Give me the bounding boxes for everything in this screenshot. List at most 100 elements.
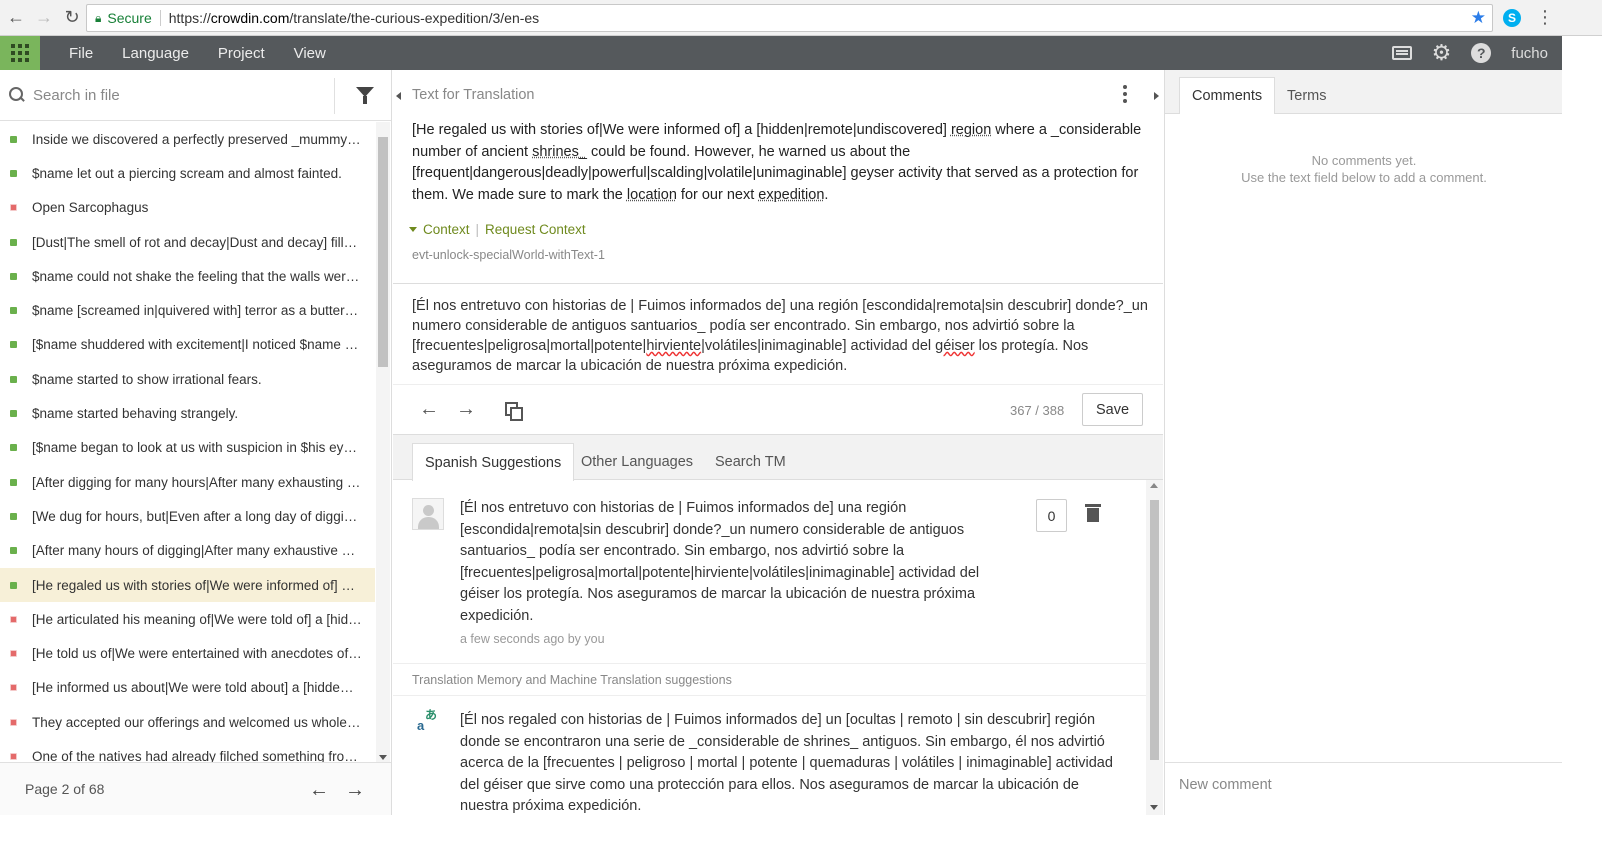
context-toggle[interactable]: Context [423,222,470,237]
trash-icon[interactable] [1085,504,1101,522]
reload-icon[interactable]: ↻ [60,6,84,30]
address-bar[interactable]: 🔒︎ Secure https://crowdin.com/translate/… [86,4,1493,32]
machine-translation-icon: あ a [417,709,439,733]
mt-icon-glyph: a [417,718,425,733]
caret-down-icon[interactable] [409,227,417,232]
string-item[interactable]: [$name shuddered with excitement|I notic… [0,328,375,362]
string-item[interactable]: [After many hours of digging|After many … [0,534,375,568]
string-text: [$name shuddered with excitement|I notic… [32,337,359,353]
menu-language[interactable]: Language [122,45,189,62]
scrollbar-thumb[interactable] [378,137,388,367]
suggestion-text[interactable]: [Él nos entretuvo con historias de | Fui… [460,498,1020,628]
comment-composer [1165,762,1563,815]
tab-other-languages[interactable]: Other Languages [569,443,705,481]
scrollbar-thumb[interactable] [1150,500,1159,760]
source-segment: . [824,186,829,203]
url-text[interactable]: https://crowdin.com/translate/the-curiou… [169,10,539,26]
strings-list: Inside we discovered a perfectly preserv… [0,122,375,762]
string-text: $name started to show irrational fears. [32,371,262,387]
string-item[interactable]: $name started to show irrational fears. [0,362,375,396]
back-arrow-icon[interactable]: ← [4,6,28,30]
vote-count[interactable]: 0 [1036,499,1067,532]
tm-section-header: Translation Memory and Machine Translati… [393,663,1146,696]
string-item[interactable]: [$name began to look at us with suspicio… [0,431,375,465]
username[interactable]: fucho [1511,45,1548,62]
string-text: They accepted our offerings and welcomed… [32,714,362,730]
previous-string-arrow-icon[interactable]: ← [419,398,439,421]
apps-grid-icon[interactable] [0,36,40,70]
spellcheck-word[interactable]: géiser [935,338,975,354]
strings-scrollbar[interactable] [376,122,390,762]
string-item[interactable]: [He informed us about|We were told about… [0,671,375,705]
string-item[interactable]: [He told us of|We were entertained with … [0,636,375,670]
tab-spanish-suggestions[interactable]: Spanish Suggestions [412,443,575,481]
string-item[interactable]: [Dust|The smell of rot and decay|Dust an… [0,225,375,259]
scroll-down-arrow-icon[interactable] [379,755,387,760]
menu-file[interactable]: File [69,45,93,62]
new-comment-input[interactable] [1179,777,1549,793]
string-item[interactable]: [He articulated his meaning of|We were t… [0,602,375,636]
scroll-down-arrow-icon[interactable] [1150,805,1158,810]
translation-editor[interactable]: [Él nos entretuvo con historias de | Fui… [412,296,1152,376]
string-item[interactable]: One of the natives had already filched s… [0,739,375,762]
tab-terms[interactable]: Terms [1275,77,1338,114]
status-indicator [10,444,17,452]
glossary-term[interactable]: region [951,122,991,138]
string-item[interactable]: [We dug for hours, but|Even after a long… [0,499,375,533]
filter-icon[interactable] [356,87,374,104]
collapse-right-panel-icon[interactable] [1154,92,1159,100]
next-string-arrow-icon[interactable]: → [456,398,476,421]
strings-panel: Inside we discovered a perfectly preserv… [0,70,392,815]
comments-panel: Comments Terms No comments yet. Use the … [1164,70,1563,815]
gear-icon[interactable]: ⚙ [1432,42,1452,64]
suggestions-scrollbar[interactable] [1146,480,1163,815]
string-item[interactable]: They accepted our offerings and welcomed… [0,705,375,739]
request-context-link[interactable]: Request Context [485,222,586,237]
glossary-term[interactable]: shrines_ [532,144,587,160]
menu-project[interactable]: Project [218,45,265,62]
string-item-selected[interactable]: [He regaled us with stories of|We were i… [0,567,375,603]
string-item[interactable]: $name could not shake the feeling that t… [0,259,375,293]
mt-suggestion-text[interactable]: [Él nos regaled con historias de | Fuimo… [460,710,1120,815]
editor-toolbar: ← → 367 / 388 Save [393,390,1163,434]
string-text: [$name began to look at us with suspicio… [32,440,362,456]
scroll-up-arrow-icon[interactable] [1150,483,1158,488]
status-indicator [10,478,17,486]
context-row: Context | Request Context [409,222,586,237]
string-item[interactable]: $name [screamed in|quivered with] terror… [0,293,375,327]
more-options-icon[interactable] [1123,85,1127,103]
tab-comments[interactable]: Comments [1179,77,1276,114]
skype-extension-icon[interactable]: S [1503,9,1521,27]
spellcheck-word[interactable]: hirviente [646,338,701,354]
collapse-left-panel-icon[interactable] [396,92,401,100]
source-section-title: Text for Translation [412,87,535,103]
string-item[interactable]: [After digging for many hours|After many… [0,465,375,499]
search-input[interactable] [33,86,323,104]
save-button[interactable]: Save [1082,393,1143,426]
menu-view[interactable]: View [294,45,326,62]
forward-arrow-icon[interactable]: → [32,6,56,30]
string-text: [He articulated his meaning of|We were t… [32,611,362,627]
copy-source-icon[interactable] [505,402,523,421]
glossary-term[interactable]: location [627,187,677,203]
context-separator: | [475,222,480,237]
glossary-term[interactable]: expedition [758,187,824,203]
empty-message-line: No comments yet. [1311,153,1417,168]
help-icon[interactable]: ? [1471,43,1492,63]
status-indicator [10,375,17,383]
page-indicator: Page 2 of 68 [25,781,105,797]
suggestion-meta: a few seconds ago by you [460,632,605,646]
string-item[interactable]: $name started behaving strangely. [0,396,375,430]
browser-menu-icon[interactable]: ⋮ [1536,8,1554,26]
next-page-arrow-icon[interactable]: → [345,779,365,802]
keyboard-icon[interactable] [1391,46,1412,60]
avatar [412,498,444,530]
string-item[interactable]: Inside we discovered a perfectly preserv… [0,122,375,156]
string-item[interactable]: Open Sarcophagus [0,191,375,225]
previous-page-arrow-icon[interactable]: ← [309,779,329,802]
string-text: [After many hours of digging|After many … [32,543,362,559]
string-item[interactable]: $name let out a piercing scream and almo… [0,156,375,190]
source-segment: for our next [676,186,759,203]
tab-search-tm[interactable]: Search TM [703,443,798,481]
bookmark-star-icon[interactable]: ★ [1471,8,1486,28]
